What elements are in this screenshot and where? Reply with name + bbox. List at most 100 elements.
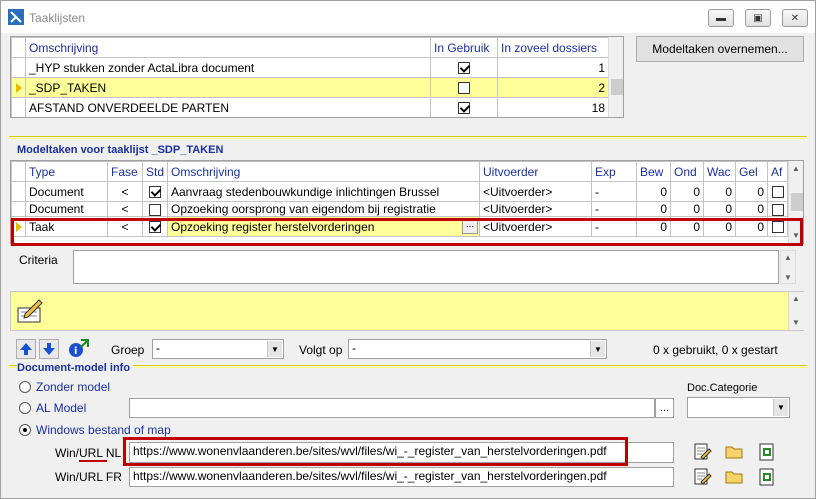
modeltaken-section-title: Modeltaken voor taaklijst _SDP_TAKEN xyxy=(17,144,224,156)
table-row[interactable]: AFSTAND ONVERDEELDE PARTEN 18 xyxy=(11,97,609,117)
col-header-uitvoerder[interactable]: Uitvoerder xyxy=(479,161,592,182)
task-type: Document xyxy=(25,181,108,202)
std-checkbox[interactable] xyxy=(149,186,161,199)
notepad-pencil-icon[interactable] xyxy=(15,296,45,326)
modeltaken-grid: Type Fase Std Omschrijving Uitvoerder Ex… xyxy=(10,160,804,244)
std-checkbox[interactable] xyxy=(149,203,161,216)
task-ond: 0 xyxy=(670,216,704,237)
note-panel[interactable]: ▲ ▼ xyxy=(10,291,804,331)
task-gel: 0 xyxy=(735,201,768,217)
col-header-fase[interactable]: Fase xyxy=(107,161,143,182)
close-button[interactable]: ✕ xyxy=(782,9,808,27)
task-ond: 0 xyxy=(670,181,704,202)
table-row-selected[interactable]: Taak < Opzoeking register herstelvorderi… xyxy=(11,216,788,237)
tasklist-name: AFSTAND ONVERDEELDE PARTEN xyxy=(25,97,431,117)
task-uitvoerder: <Uitvoerder> xyxy=(479,181,592,202)
note-scrollbar[interactable]: ▲ ▼ xyxy=(788,292,804,330)
task-gel: 0 xyxy=(735,216,768,237)
task-wac: 0 xyxy=(703,216,736,237)
svg-text:i: i xyxy=(74,346,77,357)
radio-zonder-model[interactable] xyxy=(19,381,31,393)
move-down-button[interactable] xyxy=(39,339,59,359)
ellipsis-button[interactable]: ... xyxy=(462,218,478,234)
col-header-omschrijving[interactable]: Omschrijving xyxy=(25,37,431,58)
criteria-input[interactable] xyxy=(73,250,779,284)
criteria-scrollbar[interactable]: ▲ ▼ xyxy=(780,250,796,284)
info-button[interactable]: i xyxy=(67,337,91,361)
groep-select[interactable]: - ▼ xyxy=(152,339,284,359)
scroll-down-icon[interactable]: ▼ xyxy=(792,231,800,240)
tasklists-header-row: Omschrijving In Gebruik In zoveel dossie… xyxy=(11,37,609,58)
col-header-exp[interactable]: Exp xyxy=(591,161,637,182)
dossier-count: 18 xyxy=(497,97,609,117)
row-indicator xyxy=(11,97,26,117)
scroll-up-icon[interactable]: ▲ xyxy=(792,294,800,303)
radio-windows-bestand[interactable] xyxy=(19,424,31,436)
col-header-in-gebruik[interactable]: In Gebruik xyxy=(430,37,498,58)
col-header-type[interactable]: Type xyxy=(25,161,108,182)
edit-document-icon[interactable] xyxy=(692,467,712,487)
std-checkbox[interactable] xyxy=(149,221,161,234)
af-checkbox[interactable] xyxy=(771,186,784,199)
al-model-browse-button[interactable]: ... xyxy=(655,398,674,418)
move-up-button[interactable] xyxy=(16,339,36,359)
in-gebruik-checkbox[interactable] xyxy=(458,102,470,115)
open-file-icon[interactable] xyxy=(757,467,777,487)
task-uitvoerder: <Uitvoerder> xyxy=(479,201,592,217)
col-header-wac[interactable]: Wac xyxy=(703,161,736,182)
scroll-down-icon[interactable]: ▼ xyxy=(792,318,800,327)
task-wac: 0 xyxy=(703,201,736,217)
scroll-up-icon[interactable]: ▲ xyxy=(784,253,792,262)
url-fr-input[interactable]: https://www.wonenvlaanderen.be/sites/wvl… xyxy=(129,467,674,487)
folder-icon[interactable] xyxy=(724,442,744,462)
af-checkbox[interactable] xyxy=(771,221,784,234)
col-header-ond[interactable]: Ond xyxy=(670,161,704,182)
edit-document-icon[interactable] xyxy=(692,442,712,462)
tasklists-scrollbar[interactable] xyxy=(608,37,623,117)
task-fase: < xyxy=(107,201,143,217)
task-description-editor[interactable]: Opzoeking register herstelvorderingen ..… xyxy=(167,216,480,237)
col-header-bew[interactable]: Bew xyxy=(636,161,671,182)
in-gebruik-checkbox[interactable] xyxy=(458,62,470,75)
usage-text: 0 x gebruikt, 0 x gestart xyxy=(653,343,778,357)
af-checkbox[interactable] xyxy=(771,203,784,216)
arrow-down-icon xyxy=(43,343,55,355)
url-nl-input[interactable]: https://www.wonenvlaanderen.be/sites/wvl… xyxy=(129,442,674,463)
table-row[interactable]: Document < Opzoeking oorsprong van eigen… xyxy=(11,201,788,217)
url-nl-label: Win/URL NL xyxy=(55,446,122,460)
table-row[interactable]: _SDP_TAKEN 2 xyxy=(11,77,609,98)
task-description: Aanvraag stedenbouwkundige inlichtingen … xyxy=(167,181,480,202)
windows-bestand-label[interactable]: Windows bestand of map xyxy=(36,423,171,437)
modeltaken-scrollbar[interactable]: ▲ ▼ xyxy=(788,161,803,243)
maximize-button[interactable]: ▣ xyxy=(745,9,771,27)
task-description: Opzoeking oorsprong van eigendom bij reg… xyxy=(167,201,480,217)
col-header-std[interactable]: Std xyxy=(142,161,168,182)
row-indicator-icon xyxy=(16,83,22,94)
radio-al-model[interactable] xyxy=(19,402,31,414)
doc-categorie-select[interactable]: ▼ xyxy=(687,397,790,418)
col-header-dossiers[interactable]: In zoveel dossiers xyxy=(497,37,609,58)
chevron-down-icon[interactable]: ▼ xyxy=(267,341,282,357)
al-model-input[interactable] xyxy=(129,398,655,418)
task-exp: - xyxy=(591,181,637,202)
scrollbar-thumb[interactable] xyxy=(611,79,623,95)
zonder-model-label[interactable]: Zonder model xyxy=(36,380,110,394)
col-header-omschrijving[interactable]: Omschrijving xyxy=(167,161,480,182)
minimize-button[interactable]: ▬ xyxy=(708,9,734,27)
task-type: Taak xyxy=(25,216,108,237)
col-header-gel[interactable]: Gel xyxy=(735,161,768,182)
open-file-icon[interactable] xyxy=(757,442,777,462)
scroll-up-icon[interactable]: ▲ xyxy=(792,164,800,173)
chevron-down-icon[interactable]: ▼ xyxy=(590,341,605,357)
al-model-label[interactable]: AL Model xyxy=(36,401,86,415)
scroll-down-icon[interactable]: ▼ xyxy=(784,273,792,282)
in-gebruik-checkbox[interactable] xyxy=(458,82,470,95)
table-row[interactable]: _HYP stukken zonder ActaLibra document 1 xyxy=(11,57,609,78)
scrollbar-thumb[interactable] xyxy=(791,193,803,211)
volgt-op-select[interactable]: - ▼ xyxy=(348,339,607,359)
folder-icon[interactable] xyxy=(724,467,744,487)
modeltaken-overnemen-button[interactable]: Modeltaken overnemen... xyxy=(636,36,804,62)
chevron-down-icon[interactable]: ▼ xyxy=(773,399,788,416)
col-header-af[interactable]: Af xyxy=(767,161,788,182)
table-row[interactable]: Document < Aanvraag stedenbouwkundige in… xyxy=(11,181,788,202)
